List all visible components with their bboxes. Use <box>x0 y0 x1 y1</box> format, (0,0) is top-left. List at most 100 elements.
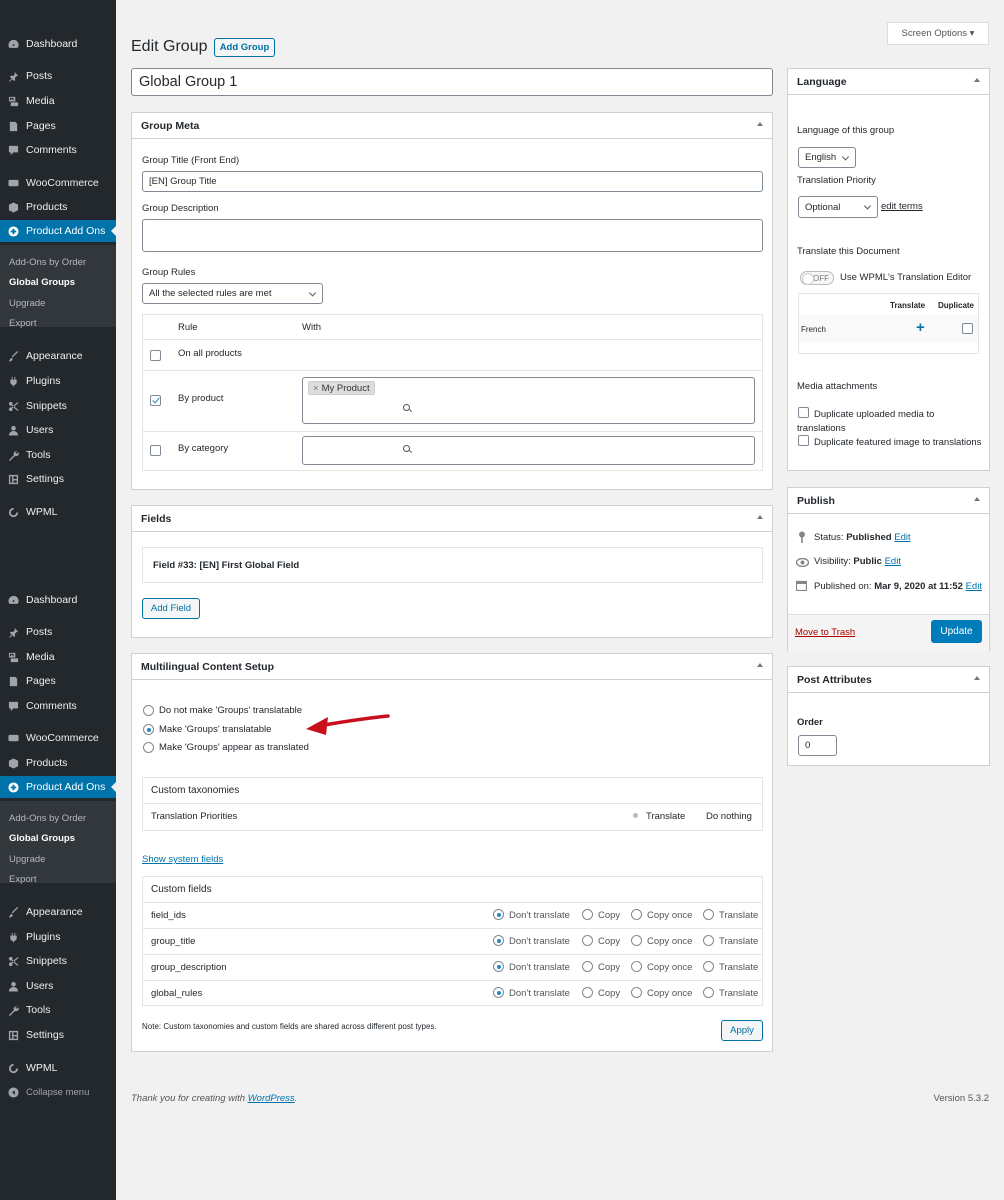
language-header[interactable]: Language <box>788 69 989 95</box>
field-option-radio[interactable] <box>631 961 642 972</box>
add-translation-icon[interactable]: + <box>916 319 925 336</box>
field-option-radio[interactable] <box>582 987 593 998</box>
wordpress-link[interactable]: WordPress <box>248 1093 295 1104</box>
edit-date-link[interactable]: Edit <box>966 581 982 592</box>
field-option-radio[interactable] <box>493 961 504 972</box>
by-product-checkbox[interactable] <box>150 395 161 406</box>
collapse-arrow-icon[interactable] <box>757 122 763 126</box>
sidebar-item-product-add-ons[interactable]: Product Add Ons <box>0 220 116 242</box>
sidebar-item-media[interactable]: Media <box>0 647 116 667</box>
sidebar-item-snippets[interactable]: Snippets <box>0 396 116 416</box>
sidebar-item-posts[interactable]: Posts <box>0 622 116 642</box>
translatable-radio[interactable] <box>143 724 154 735</box>
group-meta-header[interactable]: Group Meta <box>132 113 772 139</box>
sidebar-item-settings[interactable]: Settings <box>0 1025 116 1045</box>
sidebar-item-media[interactable]: Media <box>0 91 116 111</box>
collapse-arrow-icon[interactable] <box>757 515 763 519</box>
collapse-menu-button[interactable]: Collapse menu <box>0 1082 116 1102</box>
by-category-checkbox[interactable] <box>150 445 161 456</box>
sidebar-item-comments[interactable]: Comments <box>0 140 116 160</box>
field-option-radio[interactable] <box>631 909 642 920</box>
sidebar-item-tools[interactable]: Tools <box>0 1000 116 1020</box>
submenu-item-global-groups[interactable]: Global Groups <box>9 833 75 844</box>
apply-button[interactable]: Apply <box>721 1020 763 1041</box>
fields-header[interactable]: Fields <box>132 506 772 532</box>
add-field-button[interactable]: Add Field <box>142 598 200 619</box>
sidebar-item-users[interactable]: Users <box>0 420 116 440</box>
submenu-item-add-ons-by-order[interactable]: Add-Ons by Order <box>9 813 86 824</box>
sidebar-item-tools[interactable]: Tools <box>0 445 116 465</box>
sidebar-item-product-add-ons[interactable]: Product Add Ons <box>0 776 116 798</box>
sidebar-item-posts[interactable]: Posts <box>0 66 116 86</box>
order-input[interactable]: 0 <box>798 735 837 756</box>
field-option-radio[interactable] <box>631 935 642 946</box>
edit-terms-link[interactable]: edit terms <box>881 201 923 212</box>
group-rules-select[interactable]: All the selected rules are met <box>142 283 323 304</box>
sidebar-item-woocommerce[interactable]: WooCommerce <box>0 173 116 193</box>
field-option-radio[interactable] <box>631 987 642 998</box>
translate-radio[interactable] <box>633 813 638 818</box>
sidebar-item-dashboard[interactable]: Dashboard <box>0 590 116 610</box>
field-option-radio[interactable] <box>703 935 714 946</box>
sidebar-item-products[interactable]: Products <box>0 197 116 217</box>
on-all-products-checkbox[interactable] <box>150 350 161 361</box>
language-select[interactable]: English <box>798 147 856 168</box>
post-attributes-header[interactable]: Post Attributes <box>788 667 989 693</box>
field-option-radio[interactable] <box>703 909 714 920</box>
field-option-radio[interactable] <box>703 987 714 998</box>
sidebar-item-appearance[interactable]: Appearance <box>0 902 116 922</box>
group-description-textarea[interactable] <box>142 219 763 252</box>
sidebar-item-comments[interactable]: Comments <box>0 696 116 716</box>
sidebar-item-wpml[interactable]: WPML <box>0 502 116 522</box>
publish-header[interactable]: Publish <box>788 488 989 514</box>
collapse-arrow-icon[interactable] <box>757 663 763 667</box>
appear-translated-radio[interactable] <box>143 742 154 753</box>
sidebar-item-snippets[interactable]: Snippets <box>0 951 116 971</box>
submenu-item-upgrade[interactable]: Upgrade <box>9 854 45 865</box>
field-option-radio[interactable] <box>582 961 593 972</box>
screen-options-button[interactable]: Screen Options ▾ <box>887 22 989 45</box>
sidebar-item-users[interactable]: Users <box>0 976 116 996</box>
edit-status-link[interactable]: Edit <box>894 532 910 543</box>
collapse-arrow-icon[interactable] <box>974 78 980 82</box>
multilingual-header[interactable]: Multilingual Content Setup <box>132 654 772 680</box>
not-translatable-radio[interactable] <box>143 705 154 716</box>
sidebar-item-products[interactable]: Products <box>0 753 116 773</box>
submenu-item-global-groups[interactable]: Global Groups <box>9 277 75 288</box>
submenu-item-upgrade[interactable]: Upgrade <box>9 298 45 309</box>
field-option-radio[interactable] <box>493 935 504 946</box>
translation-priority-select[interactable]: Optional <box>798 196 878 218</box>
sidebar-item-plugins[interactable]: Plugins <box>0 371 116 391</box>
category-select-field[interactable] <box>302 436 755 465</box>
field-option-radio[interactable] <box>582 909 593 920</box>
field-option-radio[interactable] <box>582 935 593 946</box>
group-title-input[interactable]: [EN] Group Title <box>142 171 763 192</box>
field-option-radio[interactable] <box>493 909 504 920</box>
submenu-item-add-ons-by-order[interactable]: Add-Ons by Order <box>9 257 86 268</box>
field-option-radio[interactable] <box>493 987 504 998</box>
sidebar-item-settings[interactable]: Settings <box>0 469 116 489</box>
move-to-trash-link[interactable]: Move to Trash <box>795 627 855 638</box>
sidebar-item-appearance[interactable]: Appearance <box>0 346 116 366</box>
sidebar-item-plugins[interactable]: Plugins <box>0 927 116 947</box>
submenu-item-export[interactable]: Export <box>9 318 36 329</box>
sidebar-item-pages[interactable]: Pages <box>0 116 116 136</box>
sidebar-item-woocommerce[interactable]: WooCommerce <box>0 728 116 748</box>
remove-tag-icon[interactable]: × <box>313 383 319 394</box>
sidebar-item-pages[interactable]: Pages <box>0 671 116 691</box>
translation-editor-toggle[interactable]: OFF <box>800 271 834 285</box>
collapse-arrow-icon[interactable] <box>974 676 980 680</box>
collapse-arrow-icon[interactable] <box>974 497 980 501</box>
product-tag[interactable]: × My Product <box>308 381 375 395</box>
duplicate-checkbox[interactable] <box>962 323 973 334</box>
add-group-button[interactable]: Add Group <box>214 38 275 57</box>
show-system-fields-link[interactable]: Show system fields <box>142 854 223 865</box>
field-option-radio[interactable] <box>703 961 714 972</box>
sidebar-item-wpml[interactable]: WPML <box>0 1058 116 1078</box>
submenu-item-export[interactable]: Export <box>9 874 36 885</box>
update-button[interactable]: Update <box>931 620 982 643</box>
edit-visibility-link[interactable]: Edit <box>885 556 901 567</box>
post-title-input[interactable]: Global Group 1 <box>131 68 773 96</box>
sidebar-item-dashboard[interactable]: Dashboard <box>0 34 116 54</box>
translate-document-label: Translate this Document <box>797 246 900 257</box>
